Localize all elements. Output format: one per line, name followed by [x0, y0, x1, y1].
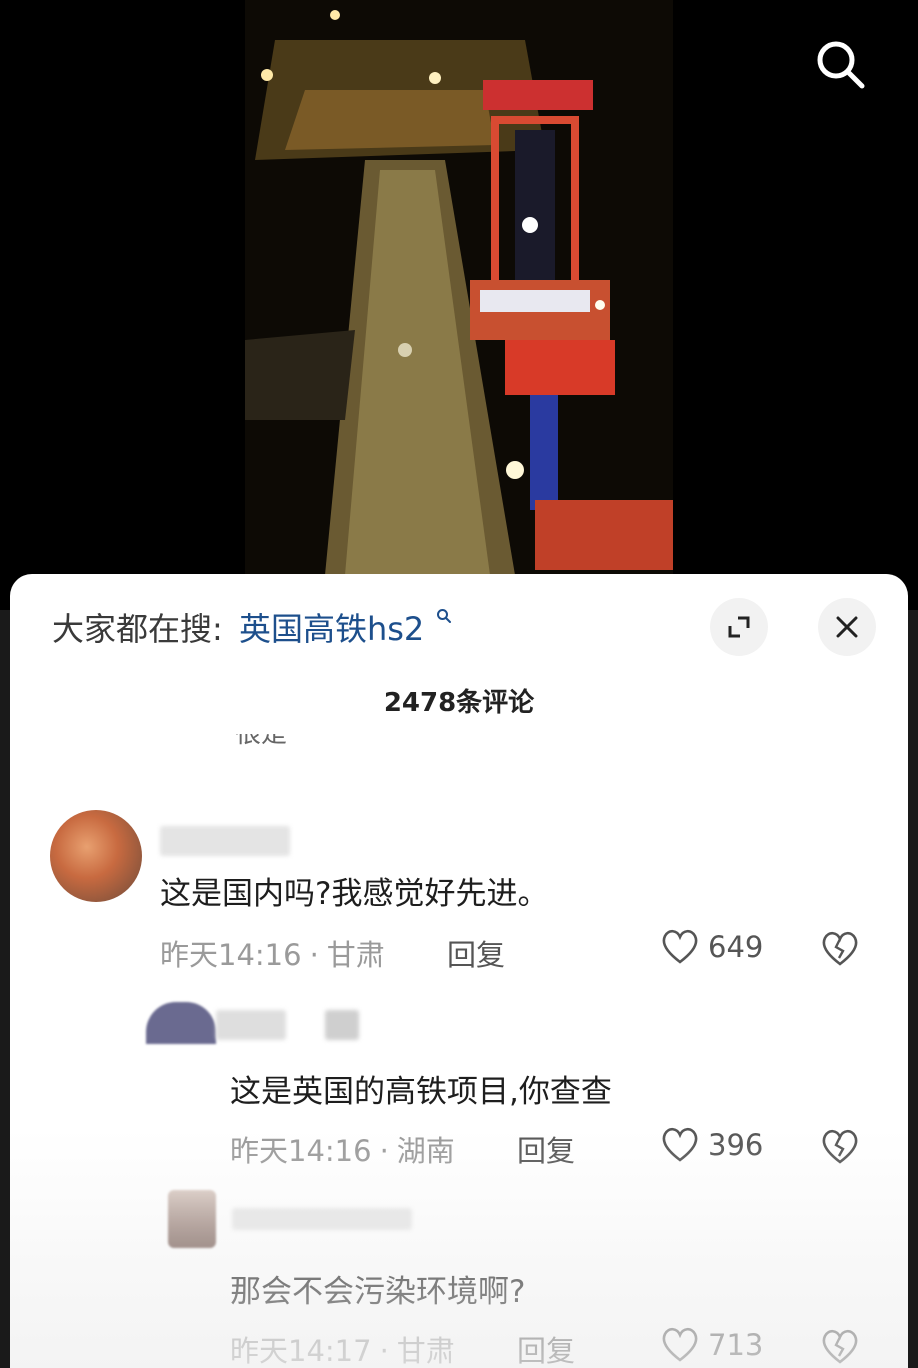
search-icon: [817, 41, 865, 89]
trending-search-label: 大家都在搜:: [52, 610, 223, 648]
like-button[interactable]: 649: [660, 928, 763, 966]
expand-button[interactable]: [710, 598, 768, 656]
broken-heart-icon: [822, 931, 858, 966]
username-redacted: [325, 1010, 359, 1040]
like-count: 713: [708, 1328, 764, 1362]
separator: ·: [379, 1334, 389, 1368]
close-button[interactable]: [818, 598, 876, 656]
heart-icon: [662, 1327, 698, 1362]
comment-time: 昨天14:17: [230, 1334, 372, 1368]
separator: ·: [379, 1134, 389, 1168]
comment-text: 这是英国的高铁项目,你查查: [230, 1074, 612, 1110]
close-icon: [836, 616, 858, 638]
dislike-button[interactable]: [820, 930, 860, 972]
reply-button[interactable]: 回复: [517, 1128, 575, 1170]
comment-meta: 昨天14:16 · 甘肃: [160, 932, 385, 974]
reply-button[interactable]: 回复: [517, 1328, 575, 1368]
comment-meta: 昨天14:16 · 湖南: [230, 1128, 455, 1170]
dislike-button[interactable]: [820, 1128, 860, 1170]
dislike-button[interactable]: [820, 1328, 860, 1368]
username-redacted: [232, 1208, 412, 1230]
comment-location: 甘肃: [396, 1334, 455, 1368]
avatar[interactable]: [168, 1190, 216, 1248]
video-frame: [245, 0, 673, 575]
trending-search-link[interactable]: 英国高铁hs2: [239, 610, 424, 648]
username-redacted: [160, 826, 290, 856]
bottom-fade: [10, 1128, 908, 1368]
avatar[interactable]: [50, 810, 142, 902]
like-button[interactable]: 713: [660, 1326, 763, 1364]
expand-icon: [728, 616, 750, 638]
heart-icon: [662, 929, 698, 964]
search-button[interactable]: [812, 36, 868, 92]
heart-icon: [662, 1127, 698, 1162]
video-player[interactable]: [0, 0, 918, 610]
avatar[interactable]: [146, 1002, 216, 1044]
mini-search-icon: [437, 609, 452, 623]
trending-search-row: 大家都在搜: 英国高铁hs2: [52, 604, 452, 650]
comment-time: 昨天14:16: [230, 1134, 372, 1168]
comment-meta: 昨天14:17 · 甘肃: [230, 1328, 455, 1368]
like-count: 396: [708, 1128, 764, 1162]
like-button[interactable]: 396: [660, 1126, 763, 1164]
clipped-previous-comment: 很是: [235, 734, 287, 748]
like-count: 649: [708, 930, 764, 964]
comment-count: 2478条评论: [383, 688, 535, 718]
broken-heart-icon: [822, 1129, 858, 1164]
username-redacted: [216, 1010, 286, 1040]
comment-location: 甘肃: [326, 938, 385, 972]
comment-text: 这是国内吗?我感觉好先进。: [160, 876, 549, 912]
reply-button[interactable]: 回复: [447, 932, 505, 974]
comment-time: 昨天14:16: [160, 938, 302, 972]
construction-site-illustration: [245, 0, 673, 575]
separator: ·: [309, 938, 319, 972]
comment-location: 湖南: [396, 1134, 455, 1168]
broken-heart-icon: [822, 1329, 858, 1364]
comment-text: 那会不会污染环境啊?: [230, 1274, 526, 1310]
comment-sheet: 大家都在搜: 英国高铁hs2 2478条评论 很是 这是国内吗?我感觉好先进。 …: [10, 574, 908, 1368]
